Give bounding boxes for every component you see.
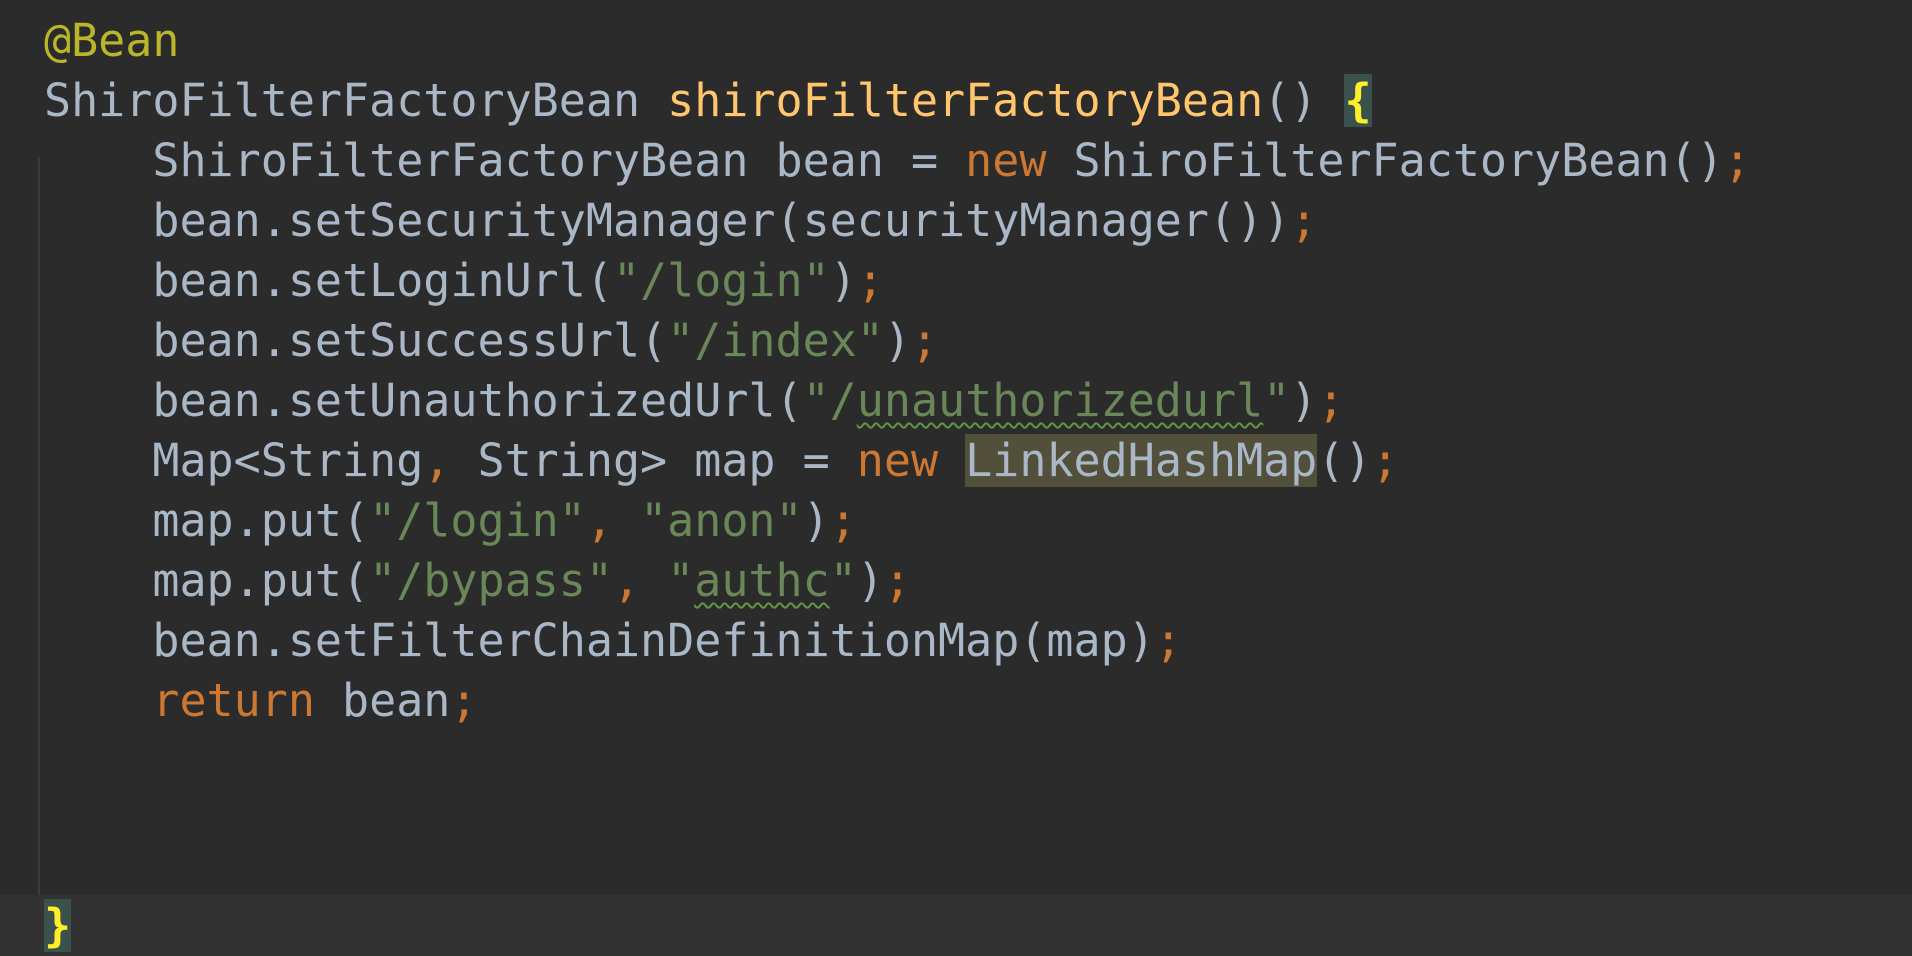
string-literal: "/bypass" [369, 554, 613, 607]
declaration-code: Map<String [152, 434, 424, 487]
code-editor[interactable]: @Bean ShiroFilterFactoryBean shiroFilter… [0, 0, 1912, 956]
comma: , [423, 434, 451, 487]
semicolon: ; [910, 314, 939, 367]
method-declaration-token: shiroFilterFactoryBean [667, 74, 1264, 127]
comma: , [612, 554, 641, 607]
string-literal: "/index" [667, 314, 884, 367]
statement-code: bean.setSecurityManager(securityManager(… [152, 194, 1291, 247]
comma: , [585, 494, 613, 547]
semicolon: ; [1290, 194, 1318, 247]
typo-underlined-text: authc [694, 554, 830, 607]
matched-open-brace: { [1344, 74, 1372, 127]
keyword-new: new [965, 134, 1047, 187]
keyword-new: new [856, 434, 939, 487]
matched-close-brace: } [44, 899, 72, 952]
string-literal: "/login" [369, 494, 586, 547]
statement-code: map.put( [152, 554, 370, 607]
semicolon: ; [829, 494, 857, 547]
semicolon: ; [1154, 614, 1182, 667]
statement-code: map.put( [152, 494, 370, 547]
string-literal-close: " [1263, 374, 1291, 427]
statement-code: bean.setUnauthorizedUrl( [152, 374, 803, 427]
statement-code: bean.setLoginUrl( [152, 254, 613, 307]
return-value: bean [314, 674, 451, 727]
code-line-13-current[interactable]: } [0, 895, 1912, 956]
semicolon: ; [1371, 434, 1399, 487]
string-literal-close: " [829, 554, 857, 607]
semicolon: ; [856, 254, 884, 307]
semicolon: ; [883, 554, 911, 607]
string-literal: "/login" [612, 254, 830, 307]
code-line-12[interactable]: return bean; [0, 664, 1912, 738]
keyword-return: return [152, 674, 315, 727]
typo-underlined-text: unauthorizedurl [856, 374, 1264, 427]
statement-code: bean.setSuccessUrl( [152, 314, 668, 367]
statement-code: bean.setFilterChainDefinitionMap(map) [152, 614, 1155, 667]
constructor-call: ShiroFilterFactoryBean() [1073, 134, 1724, 187]
highlighted-usage-token: LinkedHashMap [965, 434, 1318, 487]
string-literal: "anon" [640, 494, 803, 547]
string-literal-open: "/ [802, 374, 857, 427]
annotation-token: @Bean [44, 14, 180, 67]
semicolon: ; [1317, 374, 1345, 427]
string-literal-open: " [667, 554, 695, 607]
type-token: ShiroFilterFactoryBean [152, 134, 749, 187]
semicolon: ; [1723, 134, 1751, 187]
semicolon: ; [450, 674, 478, 727]
type-token: ShiroFilterFactoryBean [44, 74, 641, 127]
